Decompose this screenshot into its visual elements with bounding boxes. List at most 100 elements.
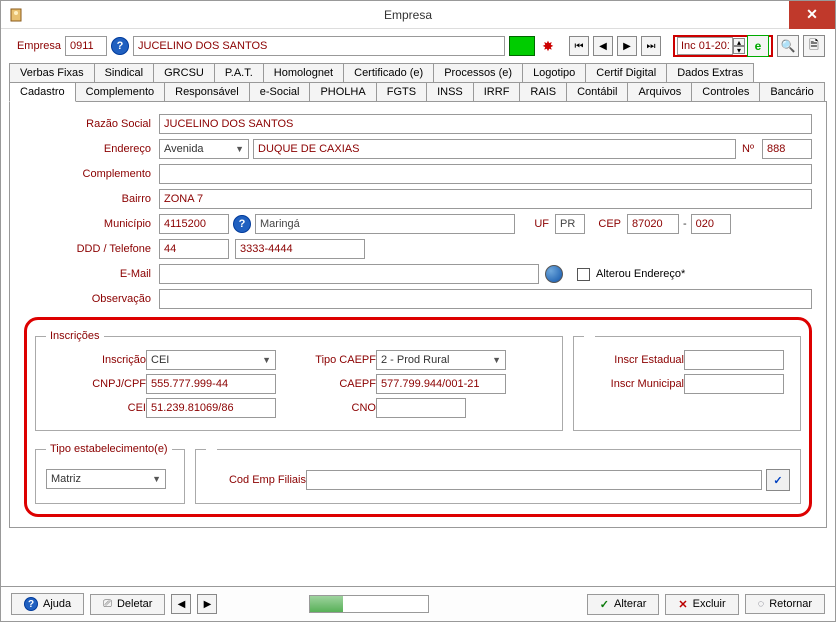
email-input[interactable] xyxy=(159,264,539,284)
inscricao-select[interactable]: CEI▼ xyxy=(146,350,276,370)
empresa-codigo-input[interactable] xyxy=(65,36,107,56)
label-cep: CEP xyxy=(585,218,627,230)
tab-rais[interactable]: RAIS xyxy=(519,82,567,102)
excluir-label: Excluir xyxy=(693,598,726,610)
label-cei: CEI xyxy=(46,402,146,414)
inc-field[interactable] xyxy=(677,37,733,55)
nav-last-button[interactable]: ⏭ xyxy=(641,36,661,56)
next-page-button[interactable]: ▶ xyxy=(197,594,217,614)
label-numero: Nº xyxy=(736,143,762,155)
sun-icon[interactable]: ✸ xyxy=(539,37,557,55)
observacao-input[interactable] xyxy=(159,289,812,309)
nav-first-button[interactable]: ⏮ xyxy=(569,36,589,56)
empresa-nome-input[interactable] xyxy=(133,36,505,56)
globe-icon[interactable] xyxy=(545,265,563,283)
tab-inss[interactable]: INSS xyxy=(426,82,474,102)
alterar-label: Alterar xyxy=(614,598,646,610)
tab-arquivos[interactable]: Arquivos xyxy=(627,82,692,102)
municipio-nome-input[interactable] xyxy=(255,214,515,234)
tab-certificado-e-[interactable]: Certificado (e) xyxy=(343,63,434,83)
tab-processos-e-[interactable]: Processos (e) xyxy=(433,63,523,83)
municipio-cod-input[interactable] xyxy=(159,214,229,234)
cno-input[interactable] xyxy=(376,398,466,418)
endereco-tipo-select[interactable]: Avenida▼ xyxy=(159,139,249,159)
tab-grcsu[interactable]: GRCSU xyxy=(153,63,215,83)
cnpj-cpf-input[interactable] xyxy=(146,374,276,394)
window-title: Empresa xyxy=(27,8,789,22)
ddd-input[interactable] xyxy=(159,239,229,259)
cei-input[interactable] xyxy=(146,398,276,418)
label-observacao: Observação xyxy=(24,293,159,305)
tab-pholha[interactable]: PHOLHA xyxy=(309,82,376,102)
inscricao-value: CEI xyxy=(151,354,169,366)
tab-homolognet[interactable]: Homolognet xyxy=(263,63,344,83)
nav-prev-button[interactable]: ◀ xyxy=(593,36,613,56)
uf-input[interactable] xyxy=(555,214,585,234)
tab-sindical[interactable]: Sindical xyxy=(94,63,155,83)
excluir-button[interactable]: ✕Excluir xyxy=(665,594,738,615)
deletar-icon: ⎚ xyxy=(103,598,112,611)
tab-e-social[interactable]: e-Social xyxy=(249,82,311,102)
label-caepf: CAEPF xyxy=(276,378,376,390)
retornar-label: Retornar xyxy=(769,598,812,610)
deletar-button[interactable]: ⎚Deletar xyxy=(90,594,165,615)
cep1-input[interactable] xyxy=(627,214,679,234)
tipo-estab-value: Matriz xyxy=(51,473,81,485)
tab-respons-vel[interactable]: Responsável xyxy=(164,82,250,102)
label-alterou: Alterou Endereço* xyxy=(596,268,685,280)
highlight-region: Inscrições Inscrição CEI▼ Tipo CAEPF 2 -… xyxy=(24,317,812,517)
label-ddd-telefone: DDD / Telefone xyxy=(24,243,159,255)
prev-page-button[interactable]: ◀ xyxy=(171,594,191,614)
tab-complemento[interactable]: Complemento xyxy=(75,82,165,102)
tipo-estabelecimento-select[interactable]: Matriz▼ xyxy=(46,469,166,489)
tab-controles[interactable]: Controles xyxy=(691,82,760,102)
tab-p-a-t-[interactable]: P.A.T. xyxy=(214,63,264,83)
telefone-input[interactable] xyxy=(235,239,365,259)
label-cno: CNO xyxy=(276,402,376,414)
endereco-input[interactable] xyxy=(253,139,736,159)
tab-fgts[interactable]: FGTS xyxy=(376,82,427,102)
return-icon: ◌ xyxy=(758,598,765,610)
close-button[interactable]: ✕ xyxy=(789,1,835,29)
tab-irrf[interactable]: IRRF xyxy=(473,82,521,102)
alterar-button[interactable]: ✓Alterar xyxy=(587,594,660,615)
e-button[interactable]: e xyxy=(747,35,769,57)
inc-spin-down[interactable]: ▾ xyxy=(733,46,745,54)
nav-next-button[interactable]: ▶ xyxy=(617,36,637,56)
razao-social-input[interactable] xyxy=(159,114,812,134)
label-email: E-Mail xyxy=(24,268,159,280)
confirm-check-button[interactable]: ✓ xyxy=(766,469,790,491)
cep2-input[interactable] xyxy=(691,214,731,234)
complemento-input[interactable] xyxy=(159,164,812,184)
tab-dados-extras[interactable]: Dados Extras xyxy=(666,63,754,83)
label-cnpj-cpf: CNPJ/CPF xyxy=(46,378,146,390)
bairro-input[interactable] xyxy=(159,189,812,209)
tab-cont-bil[interactable]: Contábil xyxy=(566,82,628,102)
tipo-caepf-select[interactable]: 2 - Prod Rural▼ xyxy=(376,350,506,370)
tab-certif-digital[interactable]: Certif Digital xyxy=(585,63,667,83)
retornar-button[interactable]: ◌ Retornar xyxy=(745,594,825,614)
tipo-caepf-value: 2 - Prod Rural xyxy=(381,354,449,366)
document-icon[interactable]: 🗎 xyxy=(803,35,825,57)
inscr-municipal-input[interactable] xyxy=(684,374,784,394)
help-empresa-icon[interactable]: ? xyxy=(111,37,129,55)
label-razao: Razão Social xyxy=(24,118,159,130)
alterou-endereco-checkbox[interactable] xyxy=(577,268,590,281)
tab-cadastro[interactable]: Cadastro xyxy=(9,82,76,102)
inscr-estadual-input[interactable] xyxy=(684,350,784,370)
label-empresa: Empresa xyxy=(11,40,61,52)
tab-logotipo[interactable]: Logotipo xyxy=(522,63,586,83)
numero-input[interactable] xyxy=(762,139,812,159)
label-bairro: Bairro xyxy=(24,193,159,205)
tab-verbas-fixas[interactable]: Verbas Fixas xyxy=(9,63,95,83)
label-municipio: Município xyxy=(24,218,159,230)
search-icon[interactable]: 🔍 xyxy=(777,35,799,57)
tab-banc-rio[interactable]: Bancário xyxy=(759,82,824,102)
label-inscr-municipal: Inscr Municipal xyxy=(584,378,684,390)
cod-emp-filiais-input[interactable] xyxy=(306,470,762,490)
inc-box: ▴ ▾ e xyxy=(673,35,773,57)
cep-dash: - xyxy=(679,218,691,230)
caepf-input[interactable] xyxy=(376,374,506,394)
help-municipio-icon[interactable]: ? xyxy=(233,215,251,233)
ajuda-button[interactable]: ?Ajuda xyxy=(11,593,84,615)
